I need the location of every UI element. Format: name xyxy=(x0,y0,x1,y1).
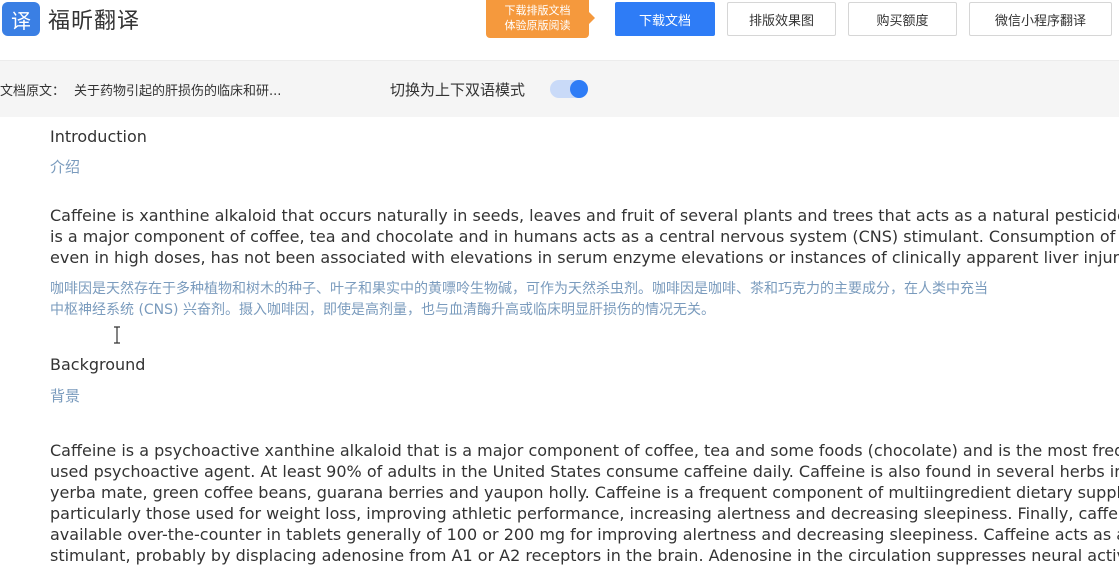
layout-preview-button[interactable]: 排版效果图 xyxy=(727,2,836,36)
section-heading-introduction-translation: 介绍 xyxy=(50,158,81,176)
paragraph-line: even in high doses, has not been associa… xyxy=(50,248,1119,267)
bilingual-mode-label: 切换为上下双语模式 xyxy=(390,80,526,99)
document-info-bar: 文档原文： 关于药物引起的肝损伤的临床和研... 切换为上下双语模式 xyxy=(0,61,1119,117)
document-content: Introduction 介绍 Caffeine is xanthine alk… xyxy=(50,118,1119,567)
wechat-miniprogram-button[interactable]: 微信小程序翻译 xyxy=(969,2,1112,36)
buy-quota-button[interactable]: 购买额度 xyxy=(848,2,957,36)
toggle-knob xyxy=(570,80,588,98)
intro-paragraph: Caffeine is xanthine alkaloid that occur… xyxy=(50,205,1119,268)
text-cursor-icon xyxy=(114,326,120,344)
bilingual-mode-toggle[interactable] xyxy=(550,80,588,98)
document-title: 关于药物引起的肝损伤的临床和研... xyxy=(74,83,282,99)
download-document-button[interactable]: 下载文档 xyxy=(615,2,715,36)
section-heading-background: Background xyxy=(50,355,146,374)
paragraph-line: particularly those used for weight loss,… xyxy=(50,504,1119,523)
paragraph-line: Caffeine is a psychoactive xanthine alka… xyxy=(50,441,1119,460)
paragraph-line: used psychoactive agent. At least 90% of… xyxy=(50,462,1119,481)
background-paragraph: Caffeine is a psychoactive xanthine alka… xyxy=(50,440,1119,566)
promo-line-1: 下载排版文档 xyxy=(504,4,571,17)
translation-line: 中枢神经系统 (CNS) 兴奋剂。摄入咖啡因，即使是高剂量，也与血清酶升高或临床… xyxy=(50,302,715,318)
paragraph-line: available over-the-counter in tablets ge… xyxy=(50,525,1119,544)
section-heading-introduction: Introduction xyxy=(50,127,147,146)
paragraph-line: Caffeine is xanthine alkaloid that occur… xyxy=(50,206,1119,225)
paragraph-line: yerba mate, green coffee beans, guarana … xyxy=(50,483,1119,502)
document-source-label: 文档原文： xyxy=(0,83,66,99)
paragraph-line: stimulant, probably by displacing adenos… xyxy=(50,546,1119,565)
translate-logo-icon: 译 xyxy=(2,2,40,36)
paragraph-line: is a major component of coffee, tea and … xyxy=(50,227,1119,246)
top-header: 译 福昕翻译 下载排版文档 体验原版阅读 下载文档 排版效果图 购买额度 微信小… xyxy=(0,0,1119,61)
download-layout-promo-badge[interactable]: 下载排版文档 体验原版阅读 xyxy=(486,0,595,38)
intro-paragraph-translation: 咖啡因是天然存在于多种植物和树木的种子、叶子和果实中的黄嘌呤生物碱，可作为天然杀… xyxy=(50,279,1119,321)
section-heading-background-translation: 背景 xyxy=(50,387,81,405)
promo-line-2: 体验原版阅读 xyxy=(504,19,571,32)
app-name: 福昕翻译 xyxy=(48,9,141,34)
app-logo[interactable]: 译 福昕翻译 xyxy=(2,2,140,36)
translation-line: 咖啡因是天然存在于多种植物和树木的种子、叶子和果实中的黄嘌呤生物碱，可作为天然杀… xyxy=(50,281,988,297)
